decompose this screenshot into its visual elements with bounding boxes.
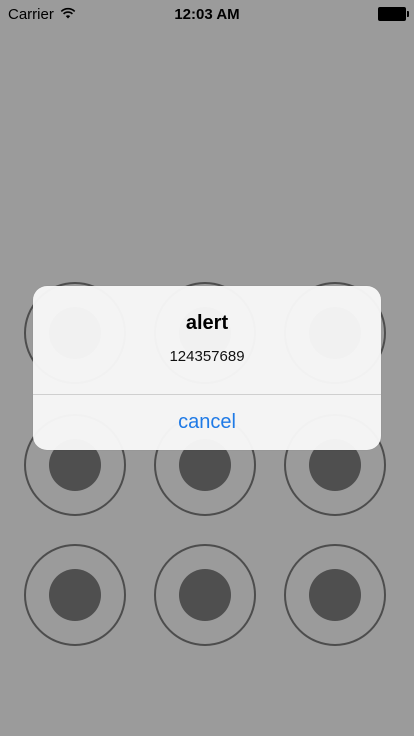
gesture-node-8[interactable] [154,544,256,646]
status-right [378,7,414,21]
carrier-label: Carrier [8,5,54,23]
node-dot [179,569,231,621]
status-left: Carrier [0,6,76,23]
alert-dialog: alert 124357689 cancel [33,286,381,450]
cancel-button[interactable]: cancel [33,395,381,450]
alert-title: alert [185,312,229,334]
node-dot [309,569,361,621]
status-bar: Carrier 12:03 AM [0,0,414,28]
wifi-icon [60,6,76,23]
gesture-node-9[interactable] [284,544,386,646]
gesture-node-7[interactable] [24,544,126,646]
battery-icon [378,7,409,21]
alert-message: 124357689 [169,348,245,365]
node-dot [49,569,101,621]
